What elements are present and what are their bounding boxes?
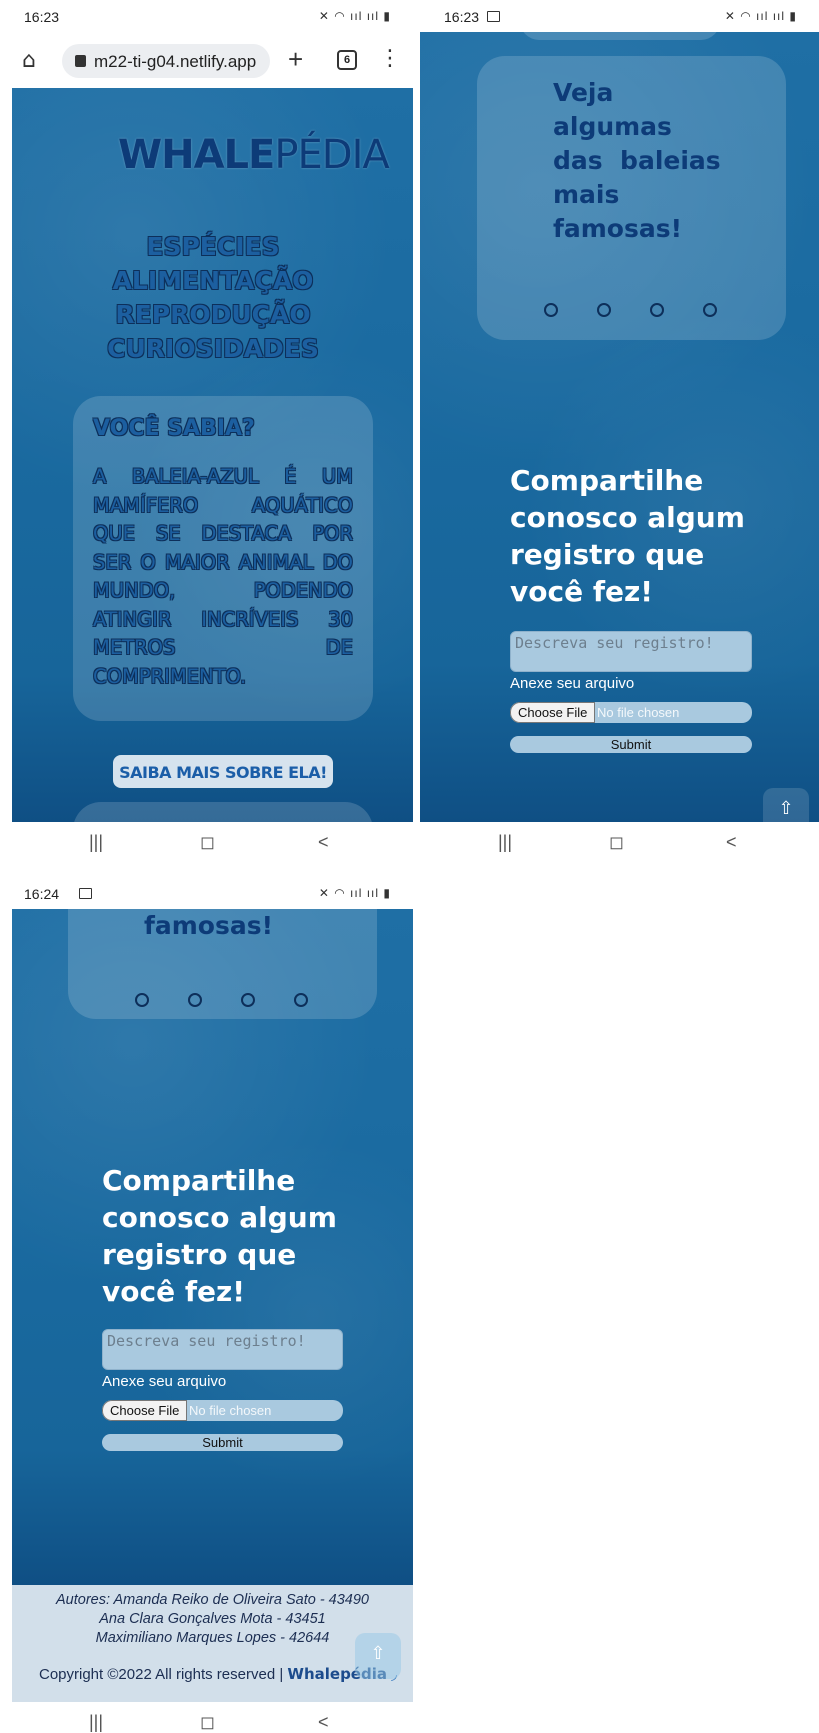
share-title-line: registro que <box>510 538 705 571</box>
system-status-icons: ✕ ◠ ııl ııl ▮ <box>318 886 391 900</box>
choose-file-button[interactable]: Choose File <box>102 1400 188 1421</box>
page-viewport: WHALEPÉDIA ESPÉCIES ALIMENTAÇÃO REPRODUÇ… <box>12 88 413 822</box>
recent-apps-button[interactable]: ||| <box>498 832 512 853</box>
menu-link-reproducao[interactable]: REPRODUÇÃO <box>12 298 413 332</box>
more-menu-icon[interactable]: ⋮ <box>379 46 401 71</box>
status-time: 16:23 <box>444 9 480 25</box>
page-viewport: Veja algumas das baleias mais famosas! C… <box>420 32 819 822</box>
attach-file-label: Anexe seu arquivo <box>102 1373 227 1390</box>
lock-icon <box>75 55 86 67</box>
menu-link-especies[interactable]: ESPÉCIES <box>12 230 413 264</box>
android-nav-bar: ||| ◻ < <box>0 822 413 868</box>
recent-apps-button[interactable]: ||| <box>89 1712 103 1733</box>
page-viewport: famosas! Compartilhe conosco algum regis… <box>12 909 413 1585</box>
home-nav-button[interactable]: ◻ <box>200 1712 215 1733</box>
new-tab-icon[interactable]: + <box>288 44 303 75</box>
url-text: m22-ti-g04.netlify.app <box>94 52 257 71</box>
screenshot-3: 16:24 ✕ ◠ ııl ııl ▮ famosas! Compartilhe… <box>0 877 413 1733</box>
screenshot-2: 16:23 ✕ ◠ ııl ııl ▮ Veja algumas das bal… <box>420 0 819 877</box>
author-line: Ana Clara Gonçalves Mota - 43451 <box>99 1611 326 1627</box>
no-file-text: No file chosen <box>189 1403 272 1418</box>
famous-line: Veja <box>553 78 614 107</box>
back-to-top-button[interactable]: ⇧ <box>355 1633 401 1679</box>
back-button[interactable]: < <box>726 832 737 853</box>
share-title-line: Compartilhe <box>102 1164 296 1197</box>
share-title-line: registro que <box>102 1238 297 1271</box>
back-to-top-button[interactable]: ⇧ <box>763 788 809 822</box>
tab-count-button[interactable]: 6 <box>337 50 357 70</box>
attach-file-label: Anexe seu arquivo <box>510 675 635 692</box>
carousel-dot[interactable] <box>544 303 558 317</box>
carousel-dot[interactable] <box>703 303 717 317</box>
recent-apps-button[interactable]: ||| <box>89 832 103 853</box>
carousel-dot[interactable] <box>241 993 255 1007</box>
did-you-know-text: A BALEIA-AZUL É UM MAMÍFERO AQUÁTICO QUE… <box>93 465 353 688</box>
did-you-know-title: VOCÊ SABIA? <box>93 416 255 441</box>
address-bar[interactable]: m22-ti-g04.netlify.app <box>62 44 270 78</box>
record-description-textarea[interactable]: Descreva seu registro! <box>510 631 752 672</box>
gallery-notification-icon <box>79 888 92 899</box>
famous-card-top-edge <box>73 802 373 822</box>
famous-line: mais <box>553 180 620 209</box>
famous-line: algumas <box>553 112 672 141</box>
submit-button[interactable]: Submit <box>102 1434 343 1451</box>
logo-text-thin: PÉDIA <box>274 132 389 178</box>
home-nav-button[interactable]: ◻ <box>200 832 215 853</box>
famous-whales-text: Veja algumas das baleias mais famosas! <box>553 76 786 246</box>
browser-toolbar: ⌂ m22-ti-g04.netlify.app + 6 ⋮ <box>0 36 413 86</box>
famous-whales-card: Veja algumas das baleias mais famosas! <box>477 56 786 340</box>
share-title-line: Compartilhe <box>510 464 704 497</box>
record-description-textarea[interactable]: Descreva seu registro! <box>102 1329 343 1370</box>
famous-whales-last-line: famosas! <box>144 911 274 940</box>
carousel-dot[interactable] <box>294 993 308 1007</box>
share-title-line: você fez! <box>510 575 654 608</box>
status-bar: 16:23 ✕ ◠ ııl ııl ▮ <box>420 0 819 32</box>
site-footer: Autores: Amanda Reiko de Oliveira Sato -… <box>12 1585 413 1702</box>
author-line: Maximiliano Marques Lopes - 42644 <box>95 1630 330 1646</box>
status-bar: 16:23 ✕ ◠ ııl ııl ▮ <box>0 0 413 32</box>
carousel-dot[interactable] <box>597 303 611 317</box>
submit-button[interactable]: Submit <box>510 736 752 753</box>
android-nav-bar: ||| ◻ < <box>0 1702 413 1733</box>
carousel-dot[interactable] <box>650 303 664 317</box>
share-title-line: conosco algum <box>102 1201 337 1234</box>
status-time: 16:23 <box>24 9 60 25</box>
site-menu: ESPÉCIES ALIMENTAÇÃO REPRODUÇÃO CURIOSID… <box>12 230 413 366</box>
menu-link-alimentacao[interactable]: ALIMENTAÇÃO <box>12 264 413 298</box>
whalepedia-logo[interactable]: WHALEPÉDIA <box>118 132 390 178</box>
system-status-icons: ✕ ◠ ııl ııl ▮ <box>724 9 797 23</box>
status-bar: 16:24 ✕ ◠ ııl ııl ▮ <box>0 877 413 909</box>
gallery-notification-icon <box>487 11 500 22</box>
android-nav-bar: ||| ◻ < <box>420 822 819 868</box>
did-you-know-card: VOCÊ SABIA? A BALEIA-AZUL É UM MAMÍFERO … <box>73 396 373 721</box>
home-nav-button[interactable]: ◻ <box>609 832 624 853</box>
carousel-dot[interactable] <box>188 993 202 1007</box>
no-file-text: No file chosen <box>597 705 680 720</box>
status-time: 16:24 <box>24 886 60 902</box>
share-title-line: conosco algum <box>510 501 745 534</box>
authors-list: Autores: Amanda Reiko de Oliveira Sato -… <box>12 1591 413 1648</box>
home-icon[interactable]: ⌂ <box>22 48 36 73</box>
famous-line: famosas! <box>553 214 683 243</box>
menu-link-curiosidades[interactable]: CURIOSIDADES <box>12 332 413 366</box>
saiba-mais-button[interactable]: SAIBA MAIS SOBRE ELA! <box>113 755 333 788</box>
back-button[interactable]: < <box>318 1712 329 1733</box>
famous-line: das baleias <box>553 146 721 175</box>
file-input[interactable]: Choose File No file chosen <box>102 1400 343 1421</box>
copyright-label: Copyright ©2022 All rights reserved | <box>39 1666 284 1683</box>
back-button[interactable]: < <box>318 832 329 853</box>
logo-text-bold: WHALE <box>118 132 275 178</box>
screenshot-1: 16:23 ✕ ◠ ııl ııl ▮ ⌂ m22-ti-g04.netlify… <box>0 0 413 877</box>
choose-file-button[interactable]: Choose File <box>510 702 596 723</box>
author-line: Autores: Amanda Reiko de Oliveira Sato -… <box>56 1592 369 1608</box>
system-status-icons: ✕ ◠ ııl ııl ▮ <box>318 9 391 23</box>
share-title: Compartilhe conosco algum registro que v… <box>510 462 745 610</box>
previous-card-bottom-edge <box>520 32 720 40</box>
share-title-line: você fez! <box>102 1275 246 1308</box>
file-input[interactable]: Choose File No file chosen <box>510 702 752 723</box>
share-title: Compartilhe conosco algum registro que v… <box>102 1162 337 1310</box>
carousel-dot[interactable] <box>135 993 149 1007</box>
copyright-text: Copyright ©2022 All rights reserved | Wh… <box>39 1665 397 1683</box>
